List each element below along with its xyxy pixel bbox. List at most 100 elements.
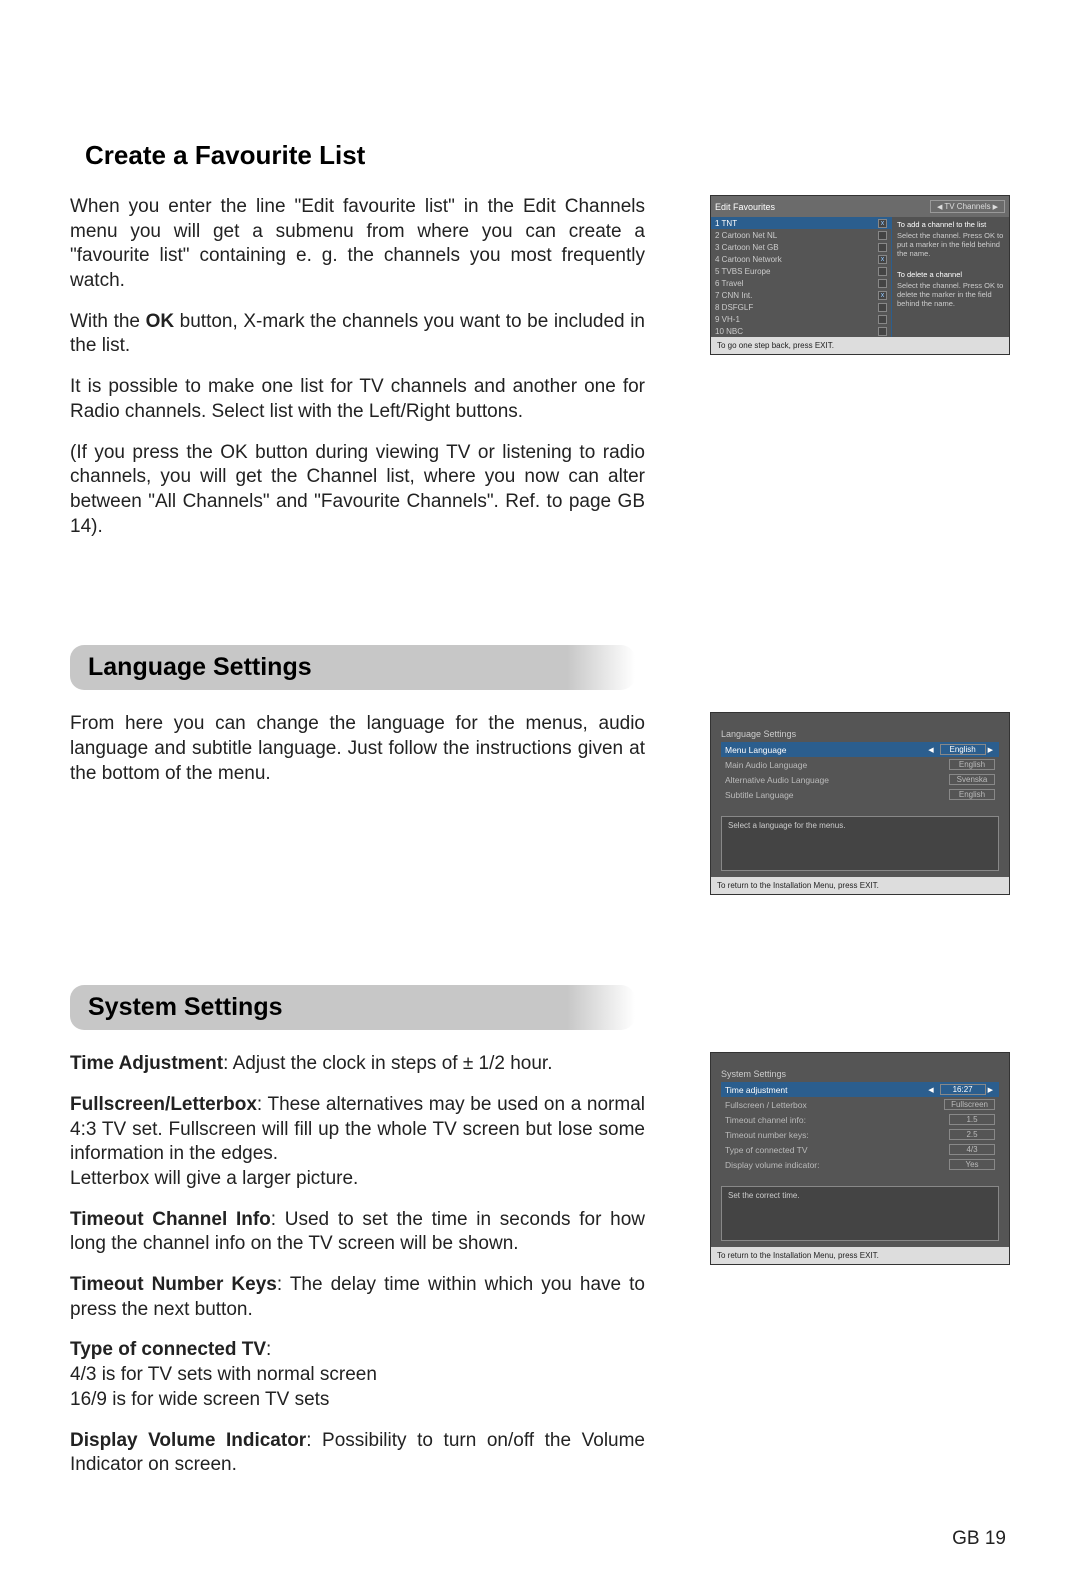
- paragraph: Fullscreen/Letterbox: These alternatives…: [70, 1093, 645, 1192]
- channel-row[interactable]: 3 Cartoon Net GB: [711, 241, 891, 253]
- help-body: Select the channel. Press OK to put a ma…: [897, 231, 1004, 258]
- help-title: To delete a channel: [897, 270, 1004, 279]
- arrow-left-icon[interactable]: ◀: [928, 746, 933, 754]
- checkbox-icon[interactable]: [878, 231, 887, 240]
- bold-label: Display Volume Indicator: [70, 1430, 306, 1451]
- checkbox-icon[interactable]: [878, 243, 887, 252]
- channel-name: 3 Cartoon Net GB: [715, 243, 878, 252]
- arrow-left-icon[interactable]: ◀: [928, 1086, 933, 1094]
- setting-value[interactable]: 2.5: [949, 1129, 995, 1140]
- checkbox-icon[interactable]: [878, 267, 887, 276]
- channel-name: 8 DSFGLF: [715, 303, 878, 312]
- screenshot-column: Edit Favourites ◀ TV Channels ▶ 1 TNT 2 C…: [663, 195, 1010, 355]
- checkbox-icon[interactable]: [878, 219, 887, 228]
- channel-name: 7 CNN Int.: [715, 291, 878, 300]
- setting-row[interactable]: Display volume indicator:Yes: [721, 1157, 999, 1172]
- checkbox-icon[interactable]: [878, 327, 887, 336]
- osd-footer: To return to the Installation Menu, pres…: [711, 1247, 1009, 1264]
- bold-ok: OK: [146, 311, 175, 332]
- setting-label: Timeout channel info:: [725, 1115, 945, 1125]
- arrow-left-icon[interactable]: ◀: [937, 203, 942, 211]
- setting-row[interactable]: Alternative Audio Language Svenska: [721, 772, 999, 787]
- paragraph: Display Volume Indicator: Possibility to…: [70, 1429, 645, 1478]
- text-run: Letterbox will give a larger picture.: [70, 1168, 358, 1189]
- osd-header-spinner[interactable]: ◀ TV Channels ▶: [930, 200, 1005, 213]
- text-run: :: [266, 1339, 271, 1360]
- setting-value[interactable]: 16:27: [940, 1084, 986, 1095]
- channel-row[interactable]: 2 Cartoon Net NL: [711, 229, 891, 241]
- setting-value[interactable]: 4/3: [949, 1144, 995, 1155]
- text-run: : Adjust the clock in steps of ± 1/2 hou…: [223, 1053, 552, 1074]
- channel-row[interactable]: 7 CNN Int.: [711, 289, 891, 301]
- settings-rows: Menu Language◀English▶Main Audio Languag…: [721, 742, 999, 802]
- channel-row[interactable]: 4 Cartoon Network: [711, 253, 891, 265]
- paragraph: Timeout Channel Info: Used to set the ti…: [70, 1208, 645, 1257]
- bold-label: Fullscreen/Letterbox: [70, 1094, 257, 1115]
- paragraph: Timeout Number Keys: The delay time with…: [70, 1273, 645, 1322]
- spinner-value: TV Channels: [944, 202, 990, 211]
- osd-help-pane: To add a channel to the list Select the …: [891, 217, 1009, 337]
- setting-value[interactable]: English: [949, 789, 995, 800]
- setting-row[interactable]: Fullscreen / Letterbox Fullscreen: [721, 1097, 999, 1112]
- checkbox-icon[interactable]: [878, 315, 887, 324]
- paragraph: It is possible to make one list for TV c…: [70, 375, 645, 424]
- setting-row[interactable]: Time adjustment◀16:27▶: [721, 1082, 999, 1097]
- help-body: Select the channel. Press OK to delete t…: [897, 281, 1004, 308]
- setting-row[interactable]: Type of connected TV4/3: [721, 1142, 999, 1157]
- bold-label: Time Adjustment: [70, 1053, 223, 1074]
- section-favourite-list: Create a Favourite List When you enter t…: [70, 140, 1010, 555]
- checkbox-icon[interactable]: [878, 255, 887, 264]
- text-run: 4/3 is for TV sets with normal screen: [70, 1364, 377, 1385]
- channel-row[interactable]: 9 VH-1: [711, 313, 891, 325]
- arrow-right-icon[interactable]: ▶: [988, 1086, 993, 1094]
- osd-inner: System Settings Time adjustment◀16:27▶Fu…: [711, 1053, 1009, 1247]
- setting-row[interactable]: Subtitle LanguageEnglish: [721, 787, 999, 802]
- osd-body: 1 TNT 2 Cartoon Net NL 3 Cartoon Net GB4 C…: [711, 217, 1009, 337]
- two-column-layout: Time Adjustment: Adjust the clock in ste…: [70, 1052, 1010, 1494]
- setting-label: Fullscreen / Letterbox: [725, 1100, 940, 1110]
- osd-title: Language Settings: [721, 729, 999, 739]
- help-block-delete: To delete a channel Select the channel. …: [897, 270, 1004, 308]
- setting-row[interactable]: Timeout number keys:2.5: [721, 1127, 999, 1142]
- paragraph: With the OK button, X-mark the channels …: [70, 310, 645, 359]
- channel-row[interactable]: 5 TVBS Europe: [711, 265, 891, 277]
- text-column: When you enter the line "Edit favourite …: [70, 195, 645, 555]
- setting-label: Alternative Audio Language: [725, 775, 945, 785]
- channel-row[interactable]: 10 NBC: [711, 325, 891, 337]
- checkbox-icon[interactable]: [878, 291, 887, 300]
- osd-header-title: Edit Favourites: [715, 202, 924, 212]
- setting-value[interactable]: Yes: [949, 1159, 995, 1170]
- screenshot-column: Language Settings Menu Language◀English▶…: [663, 712, 1010, 895]
- checkbox-icon[interactable]: [878, 279, 887, 288]
- bold-label: Timeout Channel Info: [70, 1209, 271, 1230]
- channel-row[interactable]: 6 Travel: [711, 277, 891, 289]
- arrow-right-icon[interactable]: ▶: [988, 746, 993, 754]
- setting-label: Menu Language: [725, 745, 926, 755]
- channel-row[interactable]: 8 DSFGLF: [711, 301, 891, 313]
- paragraph: (If you press the OK button during viewi…: [70, 441, 645, 540]
- channel-row[interactable]: 1 TNT: [711, 217, 891, 229]
- setting-row[interactable]: Main Audio LanguageEnglish: [721, 757, 999, 772]
- setting-value[interactable]: Fullscreen: [944, 1099, 995, 1110]
- setting-row[interactable]: Timeout channel info: 1.5: [721, 1112, 999, 1127]
- checkbox-icon[interactable]: [878, 303, 887, 312]
- channel-name: 1 TNT: [715, 219, 878, 228]
- bold-label: Type of connected TV: [70, 1339, 266, 1360]
- text-column: Time Adjustment: Adjust the clock in ste…: [70, 1052, 645, 1494]
- osd-header: Edit Favourites ◀ TV Channels ▶: [711, 196, 1009, 217]
- section-title: Create a Favourite List: [85, 140, 1010, 171]
- setting-value[interactable]: 1.5: [949, 1114, 995, 1125]
- section-title: Language Settings: [70, 645, 635, 690]
- arrow-right-icon[interactable]: ▶: [993, 203, 998, 211]
- two-column-layout: From here you can change the language fo…: [70, 712, 1010, 895]
- setting-value[interactable]: English: [949, 759, 995, 770]
- screenshot-column: System Settings Time adjustment◀16:27▶Fu…: [663, 1052, 1010, 1265]
- two-column-layout: When you enter the line "Edit favourite …: [70, 195, 1010, 555]
- setting-value[interactable]: Svenska: [949, 774, 995, 785]
- setting-row[interactable]: Menu Language◀ English▶: [721, 742, 999, 757]
- channel-name: 2 Cartoon Net NL: [715, 231, 878, 240]
- edit-favourites-osd: Edit Favourites ◀ TV Channels ▶ 1 TNT 2 C…: [710, 195, 1010, 355]
- setting-value[interactable]: English: [940, 744, 986, 755]
- osd-help: Set the correct time.: [721, 1186, 999, 1241]
- channel-name: 5 TVBS Europe: [715, 267, 878, 276]
